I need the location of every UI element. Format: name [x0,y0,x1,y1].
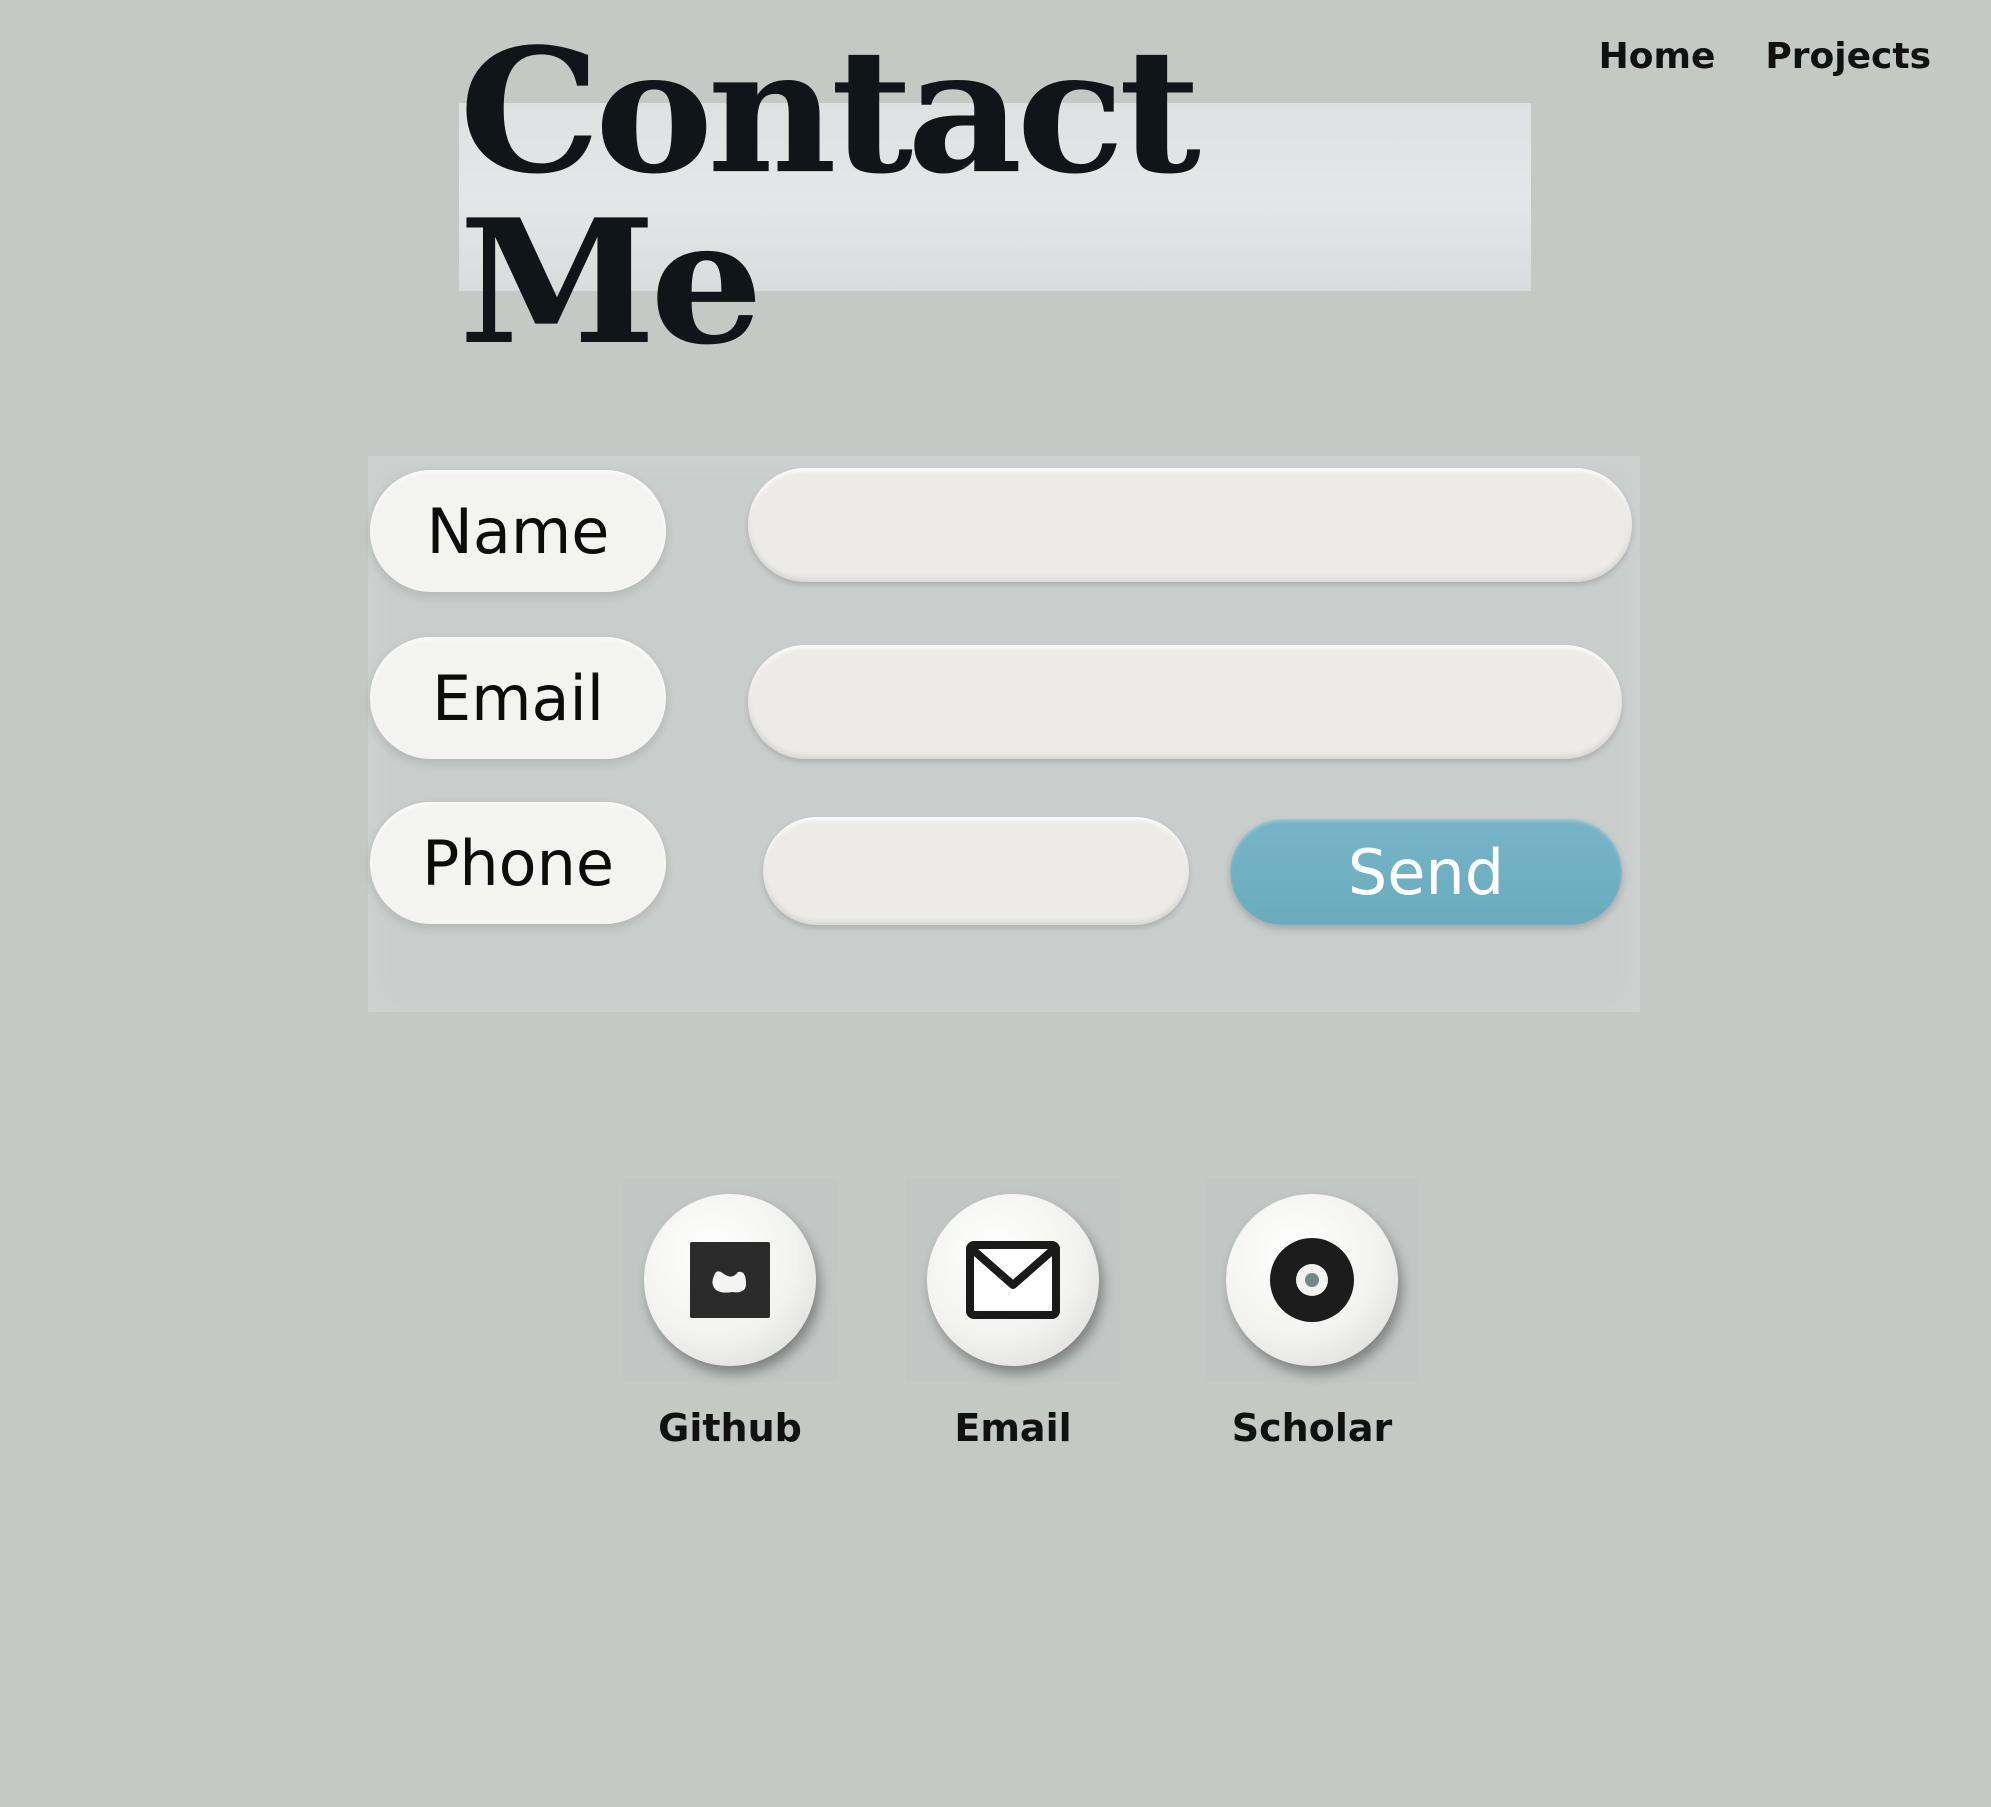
email-circle [927,1194,1099,1366]
github-icon [690,1242,770,1318]
phone-input[interactable] [763,817,1189,925]
scholar-icon [1270,1238,1354,1322]
github-circle [644,1194,816,1366]
github-label: Github [658,1406,802,1450]
scholar-label: Scholar [1231,1406,1393,1450]
top-nav: Home Projects [1599,36,1931,77]
nav-home-link[interactable]: Home [1599,36,1716,77]
page-title: Contact Me [459,10,1201,383]
name-input[interactable] [748,468,1632,582]
social-email: Email [906,1178,1120,1450]
email-button[interactable] [906,1178,1120,1382]
phone-label: Phone [370,802,666,924]
email-input[interactable] [748,645,1622,759]
social-github: Github [623,1178,837,1450]
social-scholar: Scholar [1205,1178,1419,1450]
title-banner: Contact Me [459,26,1531,367]
scholar-circle [1226,1194,1398,1366]
scholar-button[interactable] [1205,1178,1419,1382]
contact-form: Name Email Phone Send [368,456,1640,1012]
github-button[interactable] [623,1178,837,1382]
name-label: Name [370,470,666,592]
email-social-label: Email [954,1406,1072,1450]
send-button[interactable]: Send [1230,819,1622,925]
email-label: Email [370,637,666,759]
nav-projects-link[interactable]: Projects [1765,36,1931,77]
mail-icon [966,1241,1060,1319]
